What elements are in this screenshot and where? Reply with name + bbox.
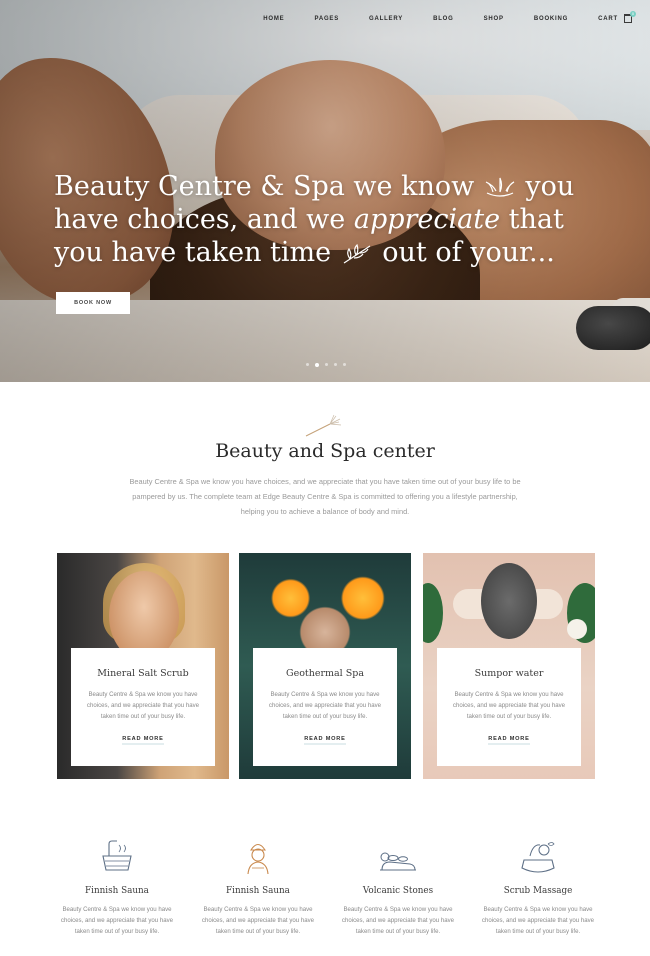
read-more-link[interactable]: READ MORE	[488, 736, 530, 745]
nav-shop[interactable]: SHOP	[484, 16, 504, 22]
service-card-title: Geothermal Spa	[285, 668, 364, 679]
card-image-leaf	[423, 583, 443, 643]
service-card-content: Geothermal Spa Beauty Centre & Spa we kn…	[253, 648, 397, 766]
cart-icon[interactable]: 0	[624, 11, 636, 23]
feature-volcanic-stones: Volcanic Stones Beauty Centre & Spa we k…	[333, 838, 463, 937]
book-now-button[interactable]: BOOK NOW	[56, 292, 130, 314]
nav-home[interactable]: HOME	[263, 16, 284, 22]
feature-scrub-massage: Scrub Massage Beauty Centre & Spa we kno…	[473, 838, 603, 937]
feature-finnish-sauna: Finnish Sauna Beauty Centre & Spa we kno…	[52, 838, 182, 937]
slider-dot[interactable]	[325, 363, 328, 366]
card-image-flower	[567, 619, 587, 639]
intro-title: Beauty and Spa center	[215, 440, 435, 462]
service-card-text: Beauty Centre & Spa we know you have cho…	[268, 691, 382, 720]
slider-dot-active[interactable]	[315, 362, 319, 367]
sauna-bucket-icon	[102, 840, 132, 871]
feature-text: Beauty Centre & Spa we know you have cho…	[341, 906, 455, 935]
service-card-mineral-salt-scrub: Mineral Salt Scrub Beauty Centre & Spa w…	[57, 553, 229, 779]
slider-dot[interactable]	[343, 363, 346, 366]
service-card-text: Beauty Centre & Spa we know you have cho…	[452, 691, 566, 720]
nav-cart[interactable]: CART	[598, 16, 618, 22]
towel-head-woman-icon	[247, 843, 269, 875]
feature-title: Finnish Sauna	[85, 886, 149, 896]
hero-slider: HOME PAGES GALLERY BLOG SHOP BOOKING CAR…	[0, 0, 650, 382]
hot-stones-massage-icon	[380, 852, 416, 871]
leaf-branch-icon	[343, 243, 371, 264]
feature-finnish-sauna-2: Finnish Sauna Beauty Centre & Spa we kno…	[193, 838, 323, 937]
slider-dot[interactable]	[306, 363, 309, 366]
read-more-link[interactable]: READ MORE	[122, 736, 164, 745]
service-card-sumpor-water: Sumpor water Beauty Centre & Spa we know…	[423, 553, 595, 779]
feature-text: Beauty Centre & Spa we know you have cho…	[201, 906, 315, 935]
service-card-content: Sumpor water Beauty Centre & Spa we know…	[437, 648, 581, 766]
feature-text: Beauty Centre & Spa we know you have cho…	[60, 906, 174, 935]
feature-title: Volcanic Stones	[362, 886, 434, 896]
lotus-icon	[485, 177, 515, 197]
main-navigation: HOME PAGES GALLERY BLOG SHOP BOOKING CAR…	[233, 11, 636, 23]
hero-title-emphasis: appreciate	[353, 204, 501, 235]
hero-title: Beauty Centre & Spa we know you have cho…	[54, 170, 594, 269]
hero-title-part4: out of your...	[373, 237, 555, 268]
nav-booking[interactable]: BOOKING	[534, 16, 568, 22]
feature-title: Finnish Sauna	[226, 886, 290, 896]
service-card-title: Sumpor water	[474, 668, 544, 679]
slider-pagination	[306, 362, 352, 367]
nav-blog[interactable]: BLOG	[433, 16, 454, 22]
scrub-massage-icon	[521, 842, 555, 873]
card-image-mask-face	[481, 563, 537, 639]
slider-dot[interactable]	[334, 363, 337, 366]
cart-count-badge: 0	[630, 11, 636, 17]
intro-text: Beauty Centre & Spa we know you have cho…	[129, 477, 521, 516]
feature-text: Beauty Centre & Spa we know you have cho…	[481, 906, 595, 935]
service-card-geothermal-spa: Geothermal Spa Beauty Centre & Spa we kn…	[239, 553, 411, 779]
service-card-text: Beauty Centre & Spa we know you have cho…	[86, 691, 200, 720]
service-card-content: Mineral Salt Scrub Beauty Centre & Spa w…	[71, 648, 215, 766]
dandelion-ornament-icon	[305, 414, 342, 437]
service-card-title: Mineral Salt Scrub	[97, 668, 189, 679]
nav-gallery[interactable]: GALLERY	[369, 16, 403, 22]
nav-pages[interactable]: PAGES	[314, 16, 339, 22]
feature-title: Scrub Massage	[503, 886, 573, 896]
read-more-link[interactable]: READ MORE	[304, 736, 346, 745]
hero-title-part1: Beauty Centre & Spa we know	[54, 171, 483, 202]
